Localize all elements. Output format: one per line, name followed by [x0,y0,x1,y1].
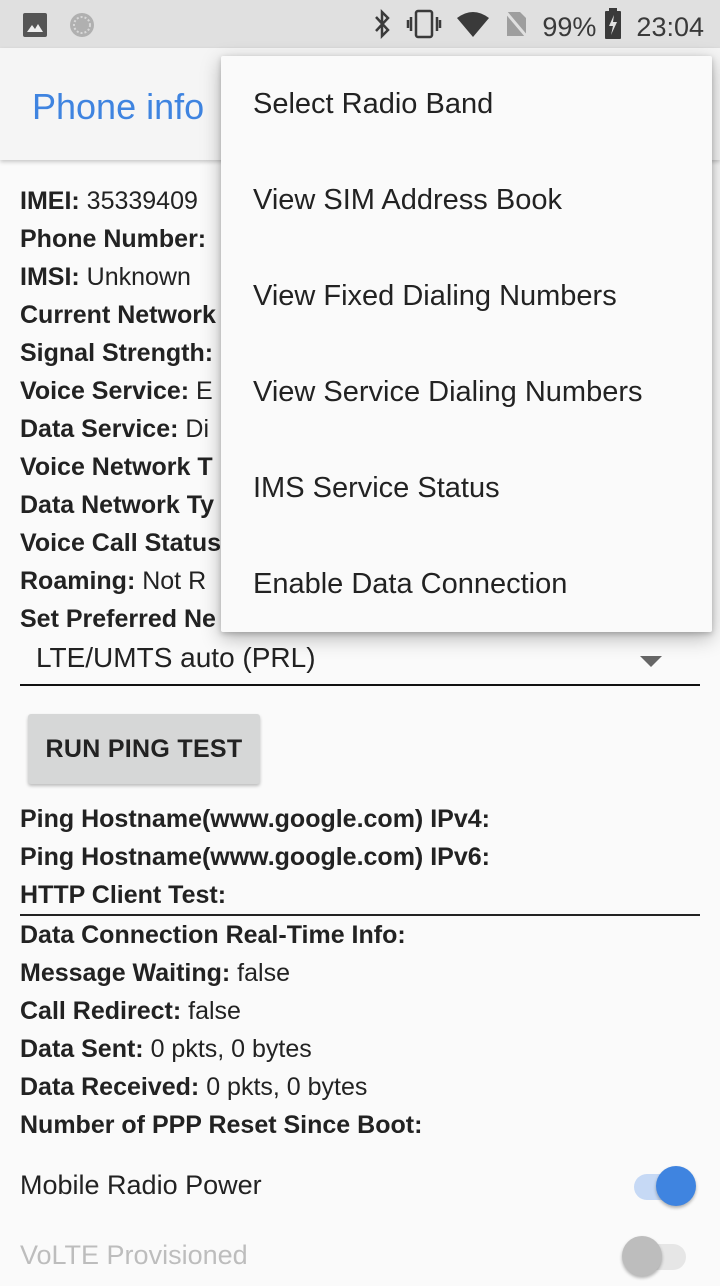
wifi-icon [456,10,490,45]
menu-item-ims-service-status[interactable]: IMS Service Status [221,440,712,536]
data-received-row: Data Received: 0 pkts, 0 bytes [20,1073,368,1101]
http-client-test-row: HTTP Client Test: [20,881,227,909]
preferred-network-value: LTE/UMTS auto (PRL) [36,642,316,673]
vibrate-icon [406,9,442,46]
no-sim-icon [504,9,529,46]
ppp-reset-row: Number of PPP Reset Since Boot: [20,1111,423,1139]
ping-results: Ping Hostname(www.google.com) IPv4: Ping… [20,800,700,1144]
sync-notification-icon [68,11,96,44]
battery-level: 99% [542,12,597,42]
message-waiting-row: Message Waiting: false [20,959,290,987]
ping-ipv4-row: Ping Hostname(www.google.com) IPv4: [20,805,490,833]
status-bar: 99% 23:04 [0,0,720,48]
volte-provisioned-row: VoLTE Provisioned [20,1226,700,1286]
page-title: Phone info [32,86,205,127]
switch-thumb [622,1236,662,1276]
menu-item-view-service-dialing-numbers[interactable]: View Service Dialing Numbers [221,344,712,440]
battery-charging-icon [604,8,622,47]
switch-thumb [656,1166,696,1206]
mobile-radio-power-row[interactable]: Mobile Radio Power [20,1156,700,1216]
ping-ipv6-row: Ping Hostname(www.google.com) IPv6: [20,843,490,871]
menu-item-view-fixed-dialing-numbers[interactable]: View Fixed Dialing Numbers [221,248,712,344]
data-sent-row: Data Sent: 0 pkts, 0 bytes [20,1035,312,1063]
bluetooth-icon [372,8,392,46]
volte-provisioned-label: VoLTE Provisioned [20,1240,248,1270]
menu-item-view-sim-address-book[interactable]: View SIM Address Book [221,152,712,248]
menu-item-select-radio-band[interactable]: Select Radio Band [221,56,712,152]
image-notification-icon [22,12,48,43]
data-connection-info-row: Data Connection Real-Time Info: [20,921,406,949]
mobile-radio-power-switch[interactable] [626,1166,696,1206]
call-redirect-row: Call Redirect: false [20,997,241,1025]
menu-item-enable-data-connection[interactable]: Enable Data Connection [221,536,712,632]
clock: 23:04 [636,12,704,42]
volte-provisioned-switch [622,1236,692,1276]
overflow-menu: Select Radio Band View SIM Address Book … [221,56,712,632]
dropdown-arrow-icon [640,656,662,667]
preferred-network-dropdown[interactable]: LTE/UMTS auto (PRL) [20,636,700,686]
mobile-radio-power-label: Mobile Radio Power [20,1170,262,1200]
run-ping-test-button[interactable]: RUN PING TEST [28,714,260,784]
